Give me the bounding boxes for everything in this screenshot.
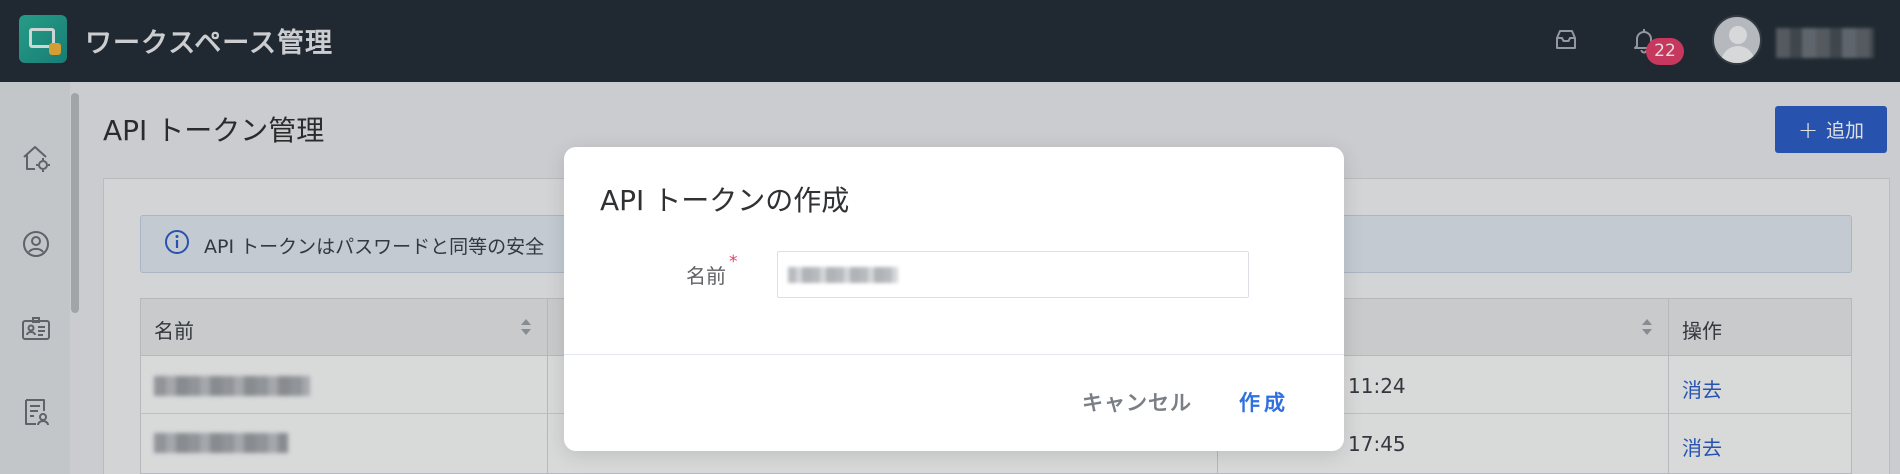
dialog-title: API トークンの作成 [600,184,850,217]
dialog-divider [564,354,1344,355]
input-value-redacted [788,267,898,283]
create-button[interactable]: 作成 [1239,387,1289,417]
name-field-label: 名前 [686,264,726,288]
create-token-dialog: API トークンの作成 名前 * キャンセル 作成 [564,147,1344,451]
required-mark: * [729,252,738,272]
cancel-button[interactable]: キャンセル [1082,387,1192,417]
